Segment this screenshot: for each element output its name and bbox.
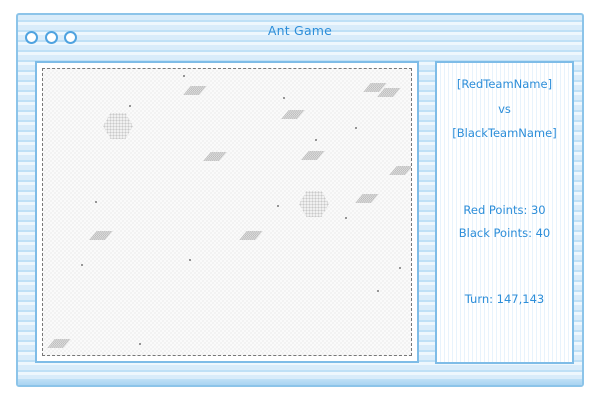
ant-marker (355, 127, 357, 129)
game-board[interactable] (42, 68, 412, 356)
rock-tile (301, 151, 325, 160)
rock-tile (281, 110, 305, 119)
ant-marker (81, 264, 83, 266)
black-points: Black Points: 40 (458, 226, 551, 240)
ant-marker (277, 205, 279, 207)
ant-marker (139, 343, 141, 345)
black-team-name: [BlackTeamName] (452, 126, 557, 140)
window-title: Ant Game (267, 23, 333, 38)
ant-marker (345, 217, 347, 219)
ant-marker (95, 201, 97, 203)
ant-marker (129, 105, 131, 107)
rock-tile (355, 194, 379, 203)
food-pile (103, 113, 133, 139)
food-pile (299, 191, 329, 217)
ant-marker (283, 97, 285, 99)
ant-marker (183, 75, 185, 77)
rock-tile (183, 86, 207, 95)
app-window: Ant Game [RedTeamName] vs [BlackTeamName… (16, 13, 584, 387)
versus-label: vs (498, 102, 511, 116)
red-points: Red Points: 30 (463, 203, 546, 217)
game-board-panel (35, 61, 419, 363)
ant-marker (315, 139, 317, 141)
turn-counter: Turn: 147,143 (464, 292, 545, 306)
score-panel: [RedTeamName] vs [BlackTeamName] Red Poi… (435, 61, 574, 364)
title-bar: Ant Game (18, 15, 582, 45)
rock-tile (47, 339, 71, 348)
rock-tile (203, 152, 227, 161)
rock-tile (89, 231, 113, 240)
ant-marker (399, 267, 401, 269)
rock-tile (389, 166, 411, 175)
ant-marker (189, 259, 191, 261)
rock-tile (239, 231, 263, 240)
red-team-name: [RedTeamName] (456, 77, 553, 91)
ant-marker (377, 290, 379, 292)
